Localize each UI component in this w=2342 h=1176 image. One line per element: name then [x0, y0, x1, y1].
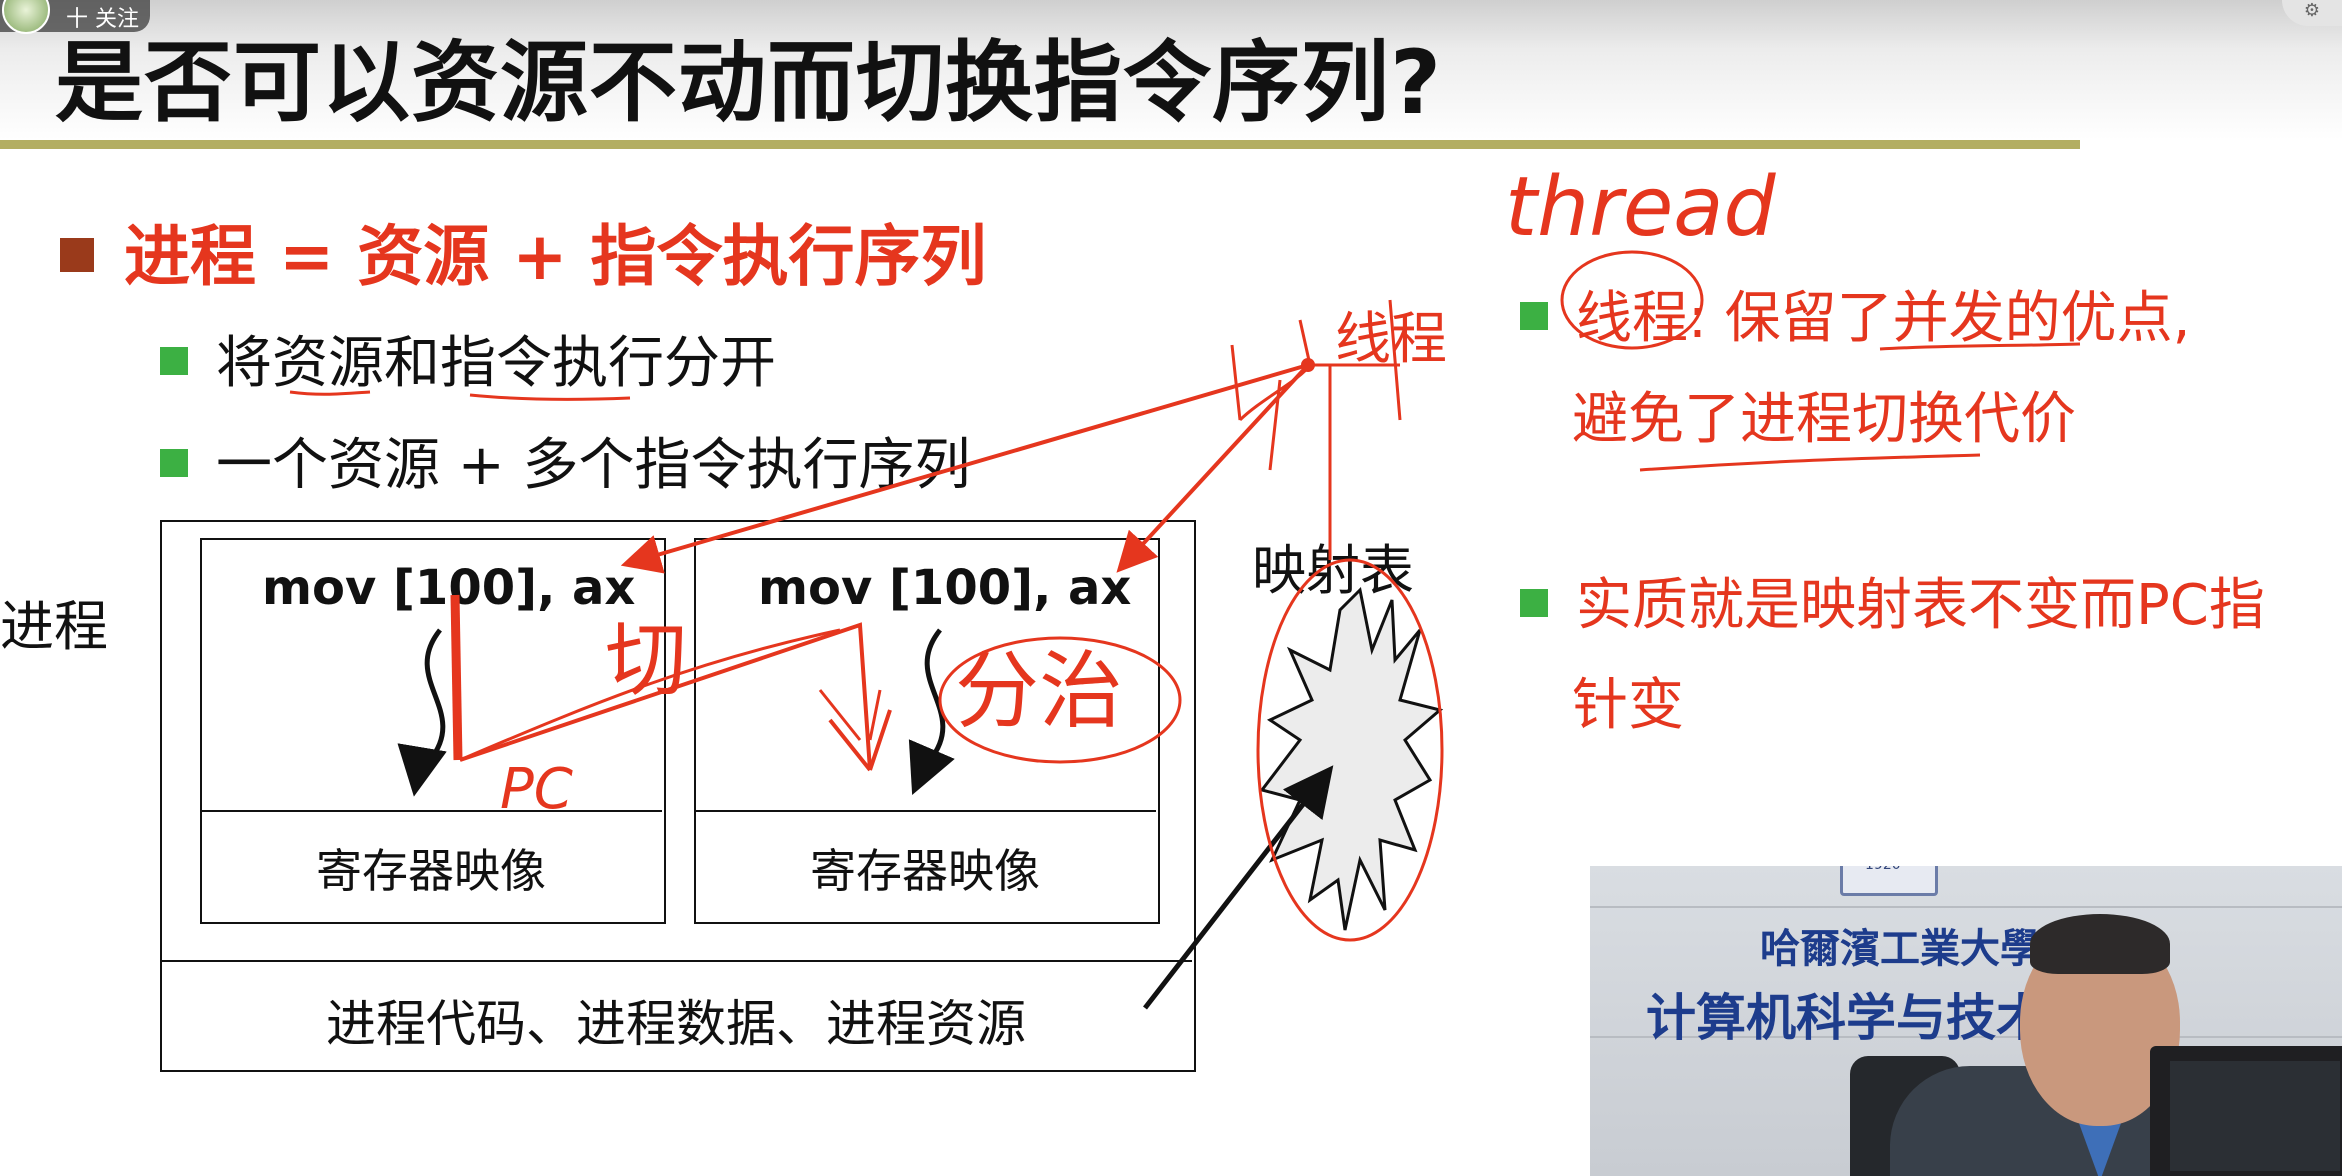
school-name: 哈爾濱工業大學 [1760, 925, 2040, 972]
annotation-fenzhi: 分治 [955, 642, 1123, 740]
lecturer-hair [2030, 914, 2170, 974]
annotation-thread: thread [1505, 160, 1777, 255]
wall-line [1590, 906, 2342, 908]
university-emblem: 1920 [1840, 866, 1938, 896]
annotation-xiancheng: 线程 [1335, 307, 1447, 372]
flow-arrow-left [397, 628, 447, 797]
monitor-screen [2170, 1061, 2340, 1171]
map-table-shape [1259, 586, 1444, 931]
lecturer-video[interactable]: 1920 哈爾濱工業大學 计算机科学与技术学院 [1590, 866, 2342, 1176]
emblem-year: 1920 [1865, 866, 1901, 873]
annotation-qie: 切 [605, 613, 687, 708]
annotation-pc: PC [500, 757, 573, 822]
